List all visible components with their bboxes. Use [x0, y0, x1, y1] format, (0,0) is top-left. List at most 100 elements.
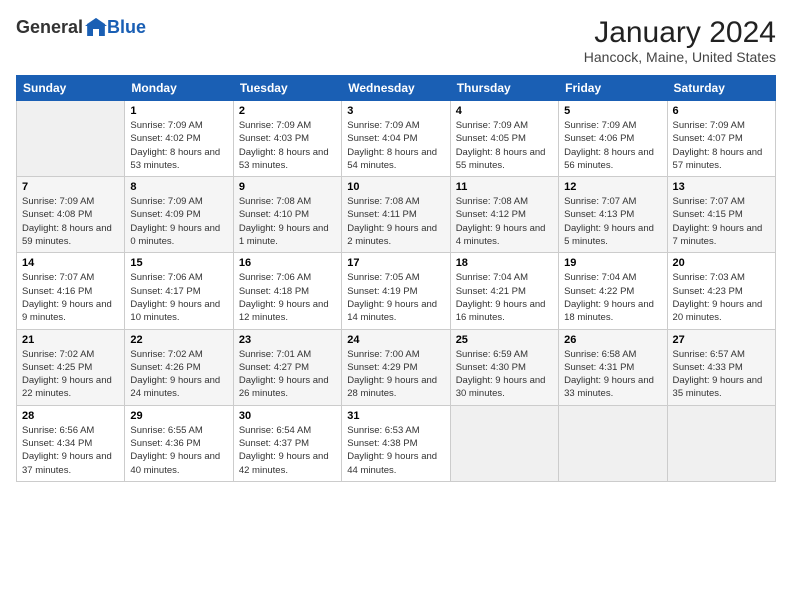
day-cell: 19 Sunrise: 7:04 AMSunset: 4:22 PMDayligh… — [559, 253, 667, 329]
day-info: Sunrise: 7:05 AMSunset: 4:19 PMDaylight:… — [347, 271, 444, 324]
day-number: 6 — [673, 105, 770, 117]
day-info: Sunrise: 7:09 AMSunset: 4:04 PMDaylight:… — [347, 119, 444, 172]
day-number: 23 — [239, 334, 336, 346]
day-info: Sunrise: 7:02 AMSunset: 4:25 PMDaylight:… — [22, 348, 119, 401]
day-info: Sunrise: 7:09 AMSunset: 4:07 PMDaylight:… — [673, 119, 770, 172]
day-number: 25 — [456, 334, 553, 346]
day-cell: 3 Sunrise: 7:09 AMSunset: 4:04 PMDaylight… — [342, 101, 450, 177]
day-cell: 13Sunrise: 7:07 AMSunset: 4:15 PMDayligh… — [667, 177, 775, 253]
day-cell: 21 Sunrise: 7:02 AMSunset: 4:25 PMDayligh… — [17, 329, 125, 405]
week-row-2: 7Sunrise: 7:09 AMSunset: 4:08 PMDaylight… — [17, 177, 776, 253]
day-cell: 12 Sunrise: 7:07 AMSunset: 4:13 PMDayligh… — [559, 177, 667, 253]
day-cell: 9 Sunrise: 7:08 AMSunset: 4:10 PMDaylight… — [233, 177, 341, 253]
header-cell-sunday: Sunday — [17, 76, 125, 101]
header: General Blue January 2024 Hancock, Maine… — [16, 16, 776, 65]
day-info: Sunrise: 7:08 AMSunset: 4:11 PMDaylight:… — [347, 195, 444, 248]
day-info: Sunrise: 7:06 AMSunset: 4:18 PMDaylight:… — [239, 271, 336, 324]
header-cell-saturday: Saturday — [667, 76, 775, 101]
day-cell — [559, 405, 667, 481]
sub-title: Hancock, Maine, United States — [584, 49, 776, 65]
day-number: 2 — [239, 105, 336, 117]
day-number: 10 — [347, 181, 444, 193]
day-cell: 23 Sunrise: 7:01 AMSunset: 4:27 PMDayligh… — [233, 329, 341, 405]
day-info: Sunrise: 7:03 AMSunset: 4:23 PMDaylight:… — [673, 271, 770, 324]
day-number: 9 — [239, 181, 336, 193]
day-info: Sunrise: 7:04 AMSunset: 4:21 PMDaylight:… — [456, 271, 553, 324]
logo-icon — [85, 16, 107, 38]
day-cell: 18Sunrise: 7:04 AMSunset: 4:21 PMDayligh… — [450, 253, 558, 329]
day-cell: 31Sunrise: 6:53 AMSunset: 4:38 PMDayligh… — [342, 405, 450, 481]
day-info: Sunrise: 7:09 AMSunset: 4:03 PMDaylight:… — [239, 119, 336, 172]
day-cell: 14 Sunrise: 7:07 AMSunset: 4:16 PMDayligh… — [17, 253, 125, 329]
day-number: 1 — [130, 105, 227, 117]
day-cell: 10 Sunrise: 7:08 AMSunset: 4:11 PMDayligh… — [342, 177, 450, 253]
day-number: 20 — [673, 257, 770, 269]
week-row-5: 28Sunrise: 6:56 AMSunset: 4:34 PMDayligh… — [17, 405, 776, 481]
day-number: 12 — [564, 181, 661, 193]
day-number: 22 — [130, 334, 227, 346]
day-info: Sunrise: 7:09 AMSunset: 4:05 PMDaylight:… — [456, 119, 553, 172]
day-cell: 22 Sunrise: 7:02 AMSunset: 4:26 PMDayligh… — [125, 329, 233, 405]
day-number: 21 — [22, 334, 119, 346]
day-cell — [450, 405, 558, 481]
day-cell — [667, 405, 775, 481]
day-cell: 7Sunrise: 7:09 AMSunset: 4:08 PMDaylight… — [17, 177, 125, 253]
day-info: Sunrise: 7:07 AMSunset: 4:13 PMDaylight:… — [564, 195, 661, 248]
day-info: Sunrise: 6:56 AMSunset: 4:34 PMDaylight:… — [22, 424, 119, 477]
day-cell: 26 Sunrise: 6:58 AMSunset: 4:31 PMDayligh… — [559, 329, 667, 405]
day-info: Sunrise: 7:07 AMSunset: 4:15 PMDaylight:… — [673, 195, 770, 248]
day-info: Sunrise: 6:58 AMSunset: 4:31 PMDaylight:… — [564, 348, 661, 401]
day-cell: 24 Sunrise: 7:00 AMSunset: 4:29 PMDayligh… — [342, 329, 450, 405]
day-number: 16 — [239, 257, 336, 269]
day-cell: 4 Sunrise: 7:09 AMSunset: 4:05 PMDaylight… — [450, 101, 558, 177]
day-info: Sunrise: 7:09 AMSunset: 4:06 PMDaylight:… — [564, 119, 661, 172]
day-cell: 27Sunrise: 6:57 AMSunset: 4:33 PMDayligh… — [667, 329, 775, 405]
day-number: 11 — [456, 181, 553, 193]
day-info: Sunrise: 7:08 AMSunset: 4:12 PMDaylight:… — [456, 195, 553, 248]
week-row-4: 21 Sunrise: 7:02 AMSunset: 4:25 PMDayligh… — [17, 329, 776, 405]
header-cell-tuesday: Tuesday — [233, 76, 341, 101]
logo-blue: Blue — [107, 17, 146, 38]
day-cell: 17 Sunrise: 7:05 AMSunset: 4:19 PMDayligh… — [342, 253, 450, 329]
day-info: Sunrise: 7:02 AMSunset: 4:26 PMDaylight:… — [130, 348, 227, 401]
header-row: SundayMondayTuesdayWednesdayThursdayFrid… — [17, 76, 776, 101]
day-number: 3 — [347, 105, 444, 117]
day-number: 4 — [456, 105, 553, 117]
header-cell-monday: Monday — [125, 76, 233, 101]
day-number: 19 — [564, 257, 661, 269]
day-number: 7 — [22, 181, 119, 193]
day-info: Sunrise: 7:09 AMSunset: 4:02 PMDaylight:… — [130, 119, 227, 172]
day-number: 14 — [22, 257, 119, 269]
day-info: Sunrise: 6:59 AMSunset: 4:30 PMDaylight:… — [456, 348, 553, 401]
day-number: 31 — [347, 410, 444, 422]
day-number: 17 — [347, 257, 444, 269]
day-cell: 16 Sunrise: 7:06 AMSunset: 4:18 PMDayligh… — [233, 253, 341, 329]
day-cell: 2 Sunrise: 7:09 AMSunset: 4:03 PMDaylight… — [233, 101, 341, 177]
day-number: 24 — [347, 334, 444, 346]
day-number: 26 — [564, 334, 661, 346]
day-info: Sunrise: 7:08 AMSunset: 4:10 PMDaylight:… — [239, 195, 336, 248]
title-area: January 2024 Hancock, Maine, United Stat… — [584, 16, 776, 65]
day-number: 30 — [239, 410, 336, 422]
week-row-1: 1 Sunrise: 7:09 AMSunset: 4:02 PMDaylight… — [17, 101, 776, 177]
day-cell: 8Sunrise: 7:09 AMSunset: 4:09 PMDaylight… — [125, 177, 233, 253]
calendar-table: SundayMondayTuesdayWednesdayThursdayFrid… — [16, 75, 776, 482]
day-cell: 29Sunrise: 6:55 AMSunset: 4:36 PMDayligh… — [125, 405, 233, 481]
day-cell: 5 Sunrise: 7:09 AMSunset: 4:06 PMDaylight… — [559, 101, 667, 177]
day-number: 15 — [130, 257, 227, 269]
header-cell-wednesday: Wednesday — [342, 76, 450, 101]
day-info: Sunrise: 7:00 AMSunset: 4:29 PMDaylight:… — [347, 348, 444, 401]
day-info: Sunrise: 7:01 AMSunset: 4:27 PMDaylight:… — [239, 348, 336, 401]
day-cell: 15 Sunrise: 7:06 AMSunset: 4:17 PMDayligh… — [125, 253, 233, 329]
day-cell — [17, 101, 125, 177]
day-info: Sunrise: 6:55 AMSunset: 4:36 PMDaylight:… — [130, 424, 227, 477]
day-cell: 11 Sunrise: 7:08 AMSunset: 4:12 PMDayligh… — [450, 177, 558, 253]
main-title: January 2024 — [584, 16, 776, 49]
day-info: Sunrise: 7:04 AMSunset: 4:22 PMDaylight:… — [564, 271, 661, 324]
day-number: 5 — [564, 105, 661, 117]
day-info: Sunrise: 7:06 AMSunset: 4:17 PMDaylight:… — [130, 271, 227, 324]
day-info: Sunrise: 7:07 AMSunset: 4:16 PMDaylight:… — [22, 271, 119, 324]
day-cell: 20 Sunrise: 7:03 AMSunset: 4:23 PMDayligh… — [667, 253, 775, 329]
day-cell: 28Sunrise: 6:56 AMSunset: 4:34 PMDayligh… — [17, 405, 125, 481]
day-info: Sunrise: 6:54 AMSunset: 4:37 PMDaylight:… — [239, 424, 336, 477]
